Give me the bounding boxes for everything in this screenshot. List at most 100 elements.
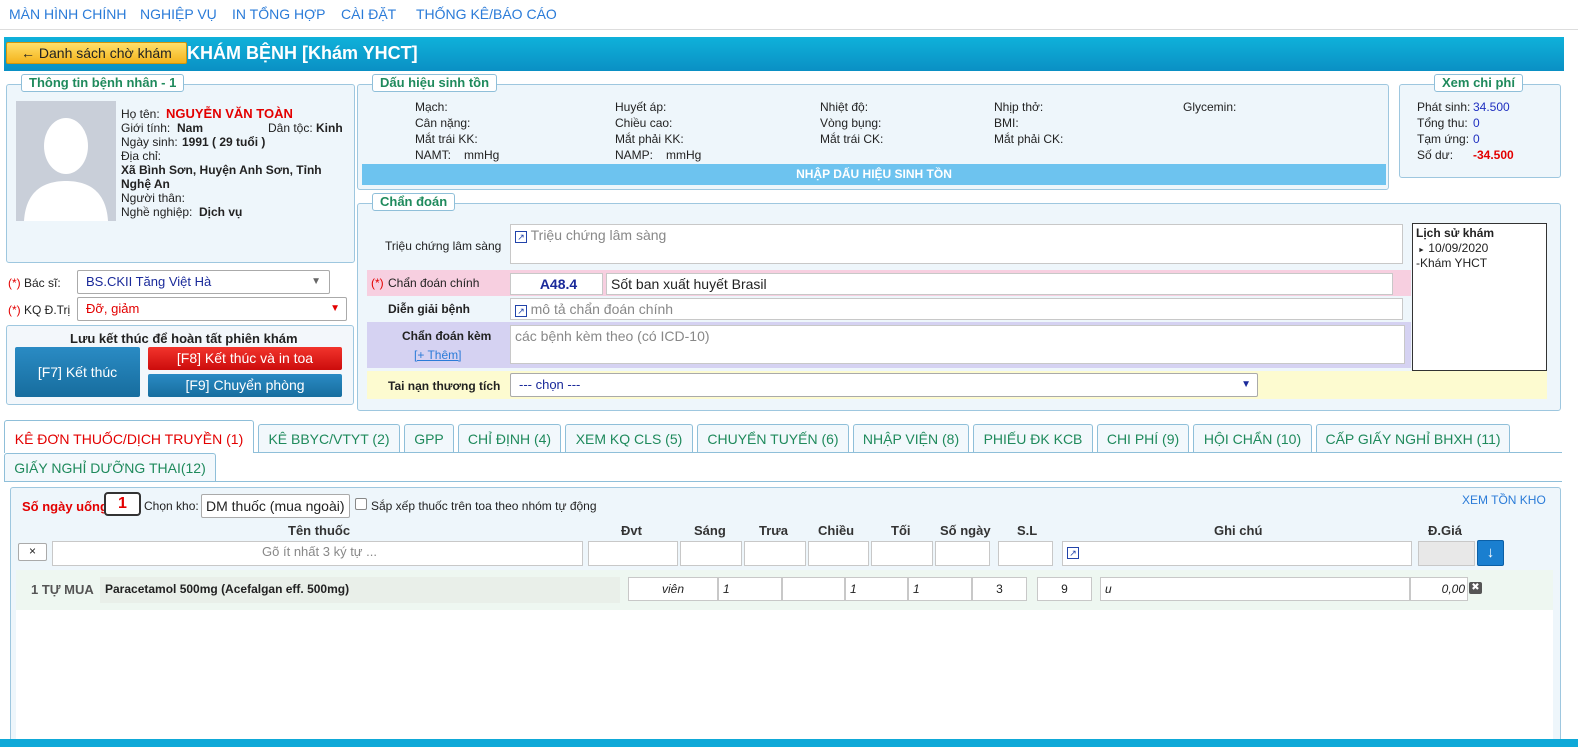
chevron-down-icon: ▼ bbox=[1241, 379, 1251, 390]
temperature-label: Nhiệt độ: bbox=[820, 100, 869, 114]
expand-icon[interactable]: ↗ bbox=[515, 305, 527, 317]
tab-gpp[interactable]: GPP bbox=[404, 424, 454, 452]
finish-print-f8-button[interactable]: [F8] Kết thúc và in toa bbox=[148, 347, 342, 370]
tab-sick-leave[interactable]: CẤP GIẤY NGHỈ BHXH (11) bbox=[1316, 424, 1510, 452]
accident-select[interactable]: --- chọn --- ▼ bbox=[510, 373, 1258, 397]
accident-label: Tai nạn thương tích bbox=[388, 379, 501, 393]
auto-sort-label: Sắp xếp thuốc trên toa theo nhóm tự động bbox=[371, 499, 597, 513]
tab-maternity-leave[interactable]: GIẤY NGHỈ DƯỠNG THAI(12) bbox=[4, 453, 216, 481]
name-label: Họ tên: bbox=[121, 107, 160, 121]
fees-legend[interactable]: Xem chi phí bbox=[1434, 74, 1523, 92]
drug-search-input[interactable]: Gõ ít nhất 3 ký tự ... bbox=[52, 541, 583, 566]
history-entry[interactable]: ► 10/09/2020 bbox=[1418, 241, 1488, 255]
balance-label: Số dư: bbox=[1417, 148, 1454, 162]
price-input bbox=[1418, 541, 1475, 566]
symptoms-input[interactable]: ↗ Triệu chứng lâm sàng bbox=[510, 224, 1403, 264]
row-drug-name: Paracetamol 500mg (Acefalgan eff. 500mg) bbox=[100, 577, 620, 603]
title-bar: ← Danh sách chờ khám KHÁM BỆNH [Khám YHC… bbox=[4, 37, 1564, 71]
row-price: 0,00 bbox=[1410, 577, 1468, 601]
respiration-label: Nhịp thở: bbox=[994, 100, 1044, 114]
result-select[interactable]: Đỡ, giảm ▼ bbox=[77, 297, 347, 321]
noon-input[interactable] bbox=[744, 541, 806, 566]
add-drug-button[interactable]: ↓ bbox=[1477, 540, 1504, 566]
view-stock-link[interactable]: XEM TỒN KHO bbox=[1462, 493, 1546, 507]
quantity-input[interactable] bbox=[998, 541, 1053, 566]
tab-referral[interactable]: CHUYỂN TUYẾN (6) bbox=[697, 424, 849, 452]
nav-reports[interactable]: THỐNG KÊ/BÁO CÁO bbox=[416, 6, 557, 22]
doctor-select[interactable]: BS.CKII Tăng Việt Hà ▼ bbox=[77, 270, 330, 294]
transfer-room-f9-button[interactable]: [F9] Chuyển phòng bbox=[148, 374, 342, 397]
main-diagnosis-name-input[interactable]: Sốt ban xuất huyết Brasil bbox=[606, 273, 1393, 295]
note-input[interactable]: ↗ bbox=[1062, 541, 1412, 566]
nav-settings[interactable]: CÀI ĐẶT bbox=[341, 6, 396, 22]
row-days[interactable]: 3 bbox=[972, 577, 1027, 601]
patient-job: Dịch vụ bbox=[199, 205, 243, 219]
tab-prescription[interactable]: KÊ ĐƠN THUỐC/DỊCH TRUYỀN (1) bbox=[4, 420, 254, 453]
store-select[interactable]: DM thuốc (mua ngoài) bbox=[201, 494, 350, 518]
unit-input[interactable] bbox=[588, 541, 678, 566]
finish-title: Lưu kết thúc để hoàn tất phiên khám bbox=[70, 331, 298, 346]
expand-icon[interactable]: ↗ bbox=[1067, 547, 1079, 559]
col-noon: Trưa bbox=[759, 523, 788, 538]
height-label: Chiều cao: bbox=[615, 116, 673, 130]
total-label: Tổng thu: bbox=[1417, 116, 1468, 130]
disease-desc-input[interactable]: ↗ mô tả chẩn đoán chính bbox=[510, 298, 1403, 320]
namp-label: NAMP: bbox=[615, 148, 654, 162]
row-afternoon[interactable]: 1 bbox=[845, 577, 908, 601]
row-note[interactable]: u bbox=[1100, 577, 1410, 601]
nav-main-screen[interactable]: MÀN HÌNH CHÍNH bbox=[9, 6, 126, 22]
enter-vitals-button[interactable]: NHẬP DẤU HIỆU SINH TỒN bbox=[362, 164, 1386, 185]
extra-diagnosis-label: Chẩn đoán kèm bbox=[402, 329, 492, 343]
expand-icon[interactable]: ↗ bbox=[515, 231, 527, 243]
extra-diagnosis-input[interactable]: các bệnh kèm theo (có ICD-10) bbox=[510, 325, 1405, 364]
delete-row-icon[interactable]: ✖ bbox=[1469, 582, 1482, 594]
result-required-mark: (*) bbox=[8, 303, 21, 317]
tab-consultation[interactable]: HỘI CHẨN (10) bbox=[1193, 424, 1312, 452]
finish-f7-button[interactable]: [F7] Kết thúc bbox=[15, 347, 140, 397]
tab-orders[interactable]: CHỈ ĐỊNH (4) bbox=[458, 424, 561, 452]
right-eye-kk-label: Mắt phải KK: bbox=[615, 132, 684, 146]
nav-print-summary[interactable]: IN TỔNG HỢP bbox=[232, 6, 325, 22]
incurred-label: Phát sinh: bbox=[1417, 100, 1471, 114]
top-navigation: MÀN HÌNH CHÍNH NGHIỆP VỤ IN TỔNG HỢP CÀI… bbox=[0, 0, 1578, 30]
result-label: KQ Đ.Trị bbox=[24, 303, 71, 317]
clear-button[interactable]: × bbox=[18, 543, 47, 561]
disease-desc-label: Diễn giải bệnh bbox=[388, 302, 471, 316]
row-quantity[interactable]: 9 bbox=[1037, 577, 1092, 601]
patient-name: NGUYỄN VĂN TOÀN bbox=[166, 106, 293, 121]
doctor-label: Bác sĩ: bbox=[24, 276, 61, 290]
tab-lab-results[interactable]: XEM KQ CLS (5) bbox=[565, 424, 693, 452]
main-diagnosis-code-input[interactable]: A48.4 bbox=[510, 273, 603, 295]
back-to-queue-button[interactable]: ← Danh sách chờ khám bbox=[6, 42, 187, 64]
nav-operations[interactable]: NGHIỆP VỤ bbox=[140, 6, 217, 22]
vitals-legend: Dấu hiệu sinh tồn bbox=[372, 74, 498, 92]
gender-label: Giới tính: bbox=[121, 121, 171, 135]
row-night[interactable]: 1 bbox=[908, 577, 972, 601]
right-eye-ck-label: Mắt phải CK: bbox=[994, 132, 1064, 146]
glycemin-label: Glycemin: bbox=[1183, 100, 1237, 114]
advance-label: Tạm ứng: bbox=[1417, 132, 1470, 146]
tab-registration-form[interactable]: PHIẾU ĐK KCB bbox=[973, 424, 1093, 452]
morning-input[interactable] bbox=[680, 541, 742, 566]
days-input[interactable]: 1 bbox=[104, 492, 141, 516]
days-count-input[interactable] bbox=[935, 541, 990, 566]
tab-costs[interactable]: CHI PHÍ (9) bbox=[1097, 424, 1189, 452]
afternoon-input[interactable] bbox=[808, 541, 869, 566]
history-item[interactable]: -Khám YHCT bbox=[1416, 256, 1487, 270]
pulse-label: Mạch: bbox=[415, 100, 448, 114]
history-title: Lịch sử khám bbox=[1416, 226, 1495, 240]
left-eye-kk-label: Mắt trái KK: bbox=[415, 132, 478, 146]
fees-panel bbox=[1399, 84, 1561, 178]
store-label: Chọn kho: bbox=[144, 499, 199, 513]
symptoms-label: Triệu chứng lâm sàng bbox=[385, 239, 502, 253]
row-noon[interactable] bbox=[782, 577, 845, 601]
tab-medical-supplies[interactable]: KÊ BBYC/VTYT (2) bbox=[258, 424, 400, 452]
tab-admission[interactable]: NHẬP VIỆN (8) bbox=[853, 424, 969, 452]
row-unit[interactable]: viên bbox=[628, 577, 718, 601]
avatar-silhouette-icon bbox=[16, 101, 116, 221]
row-morning[interactable]: 1 bbox=[718, 577, 782, 601]
auto-sort-checkbox[interactable] bbox=[355, 498, 367, 510]
extra-diagnosis-add-link[interactable]: [+ Thêm] bbox=[414, 348, 461, 362]
col-quantity: S.L bbox=[1017, 523, 1038, 538]
night-input[interactable] bbox=[871, 541, 933, 566]
